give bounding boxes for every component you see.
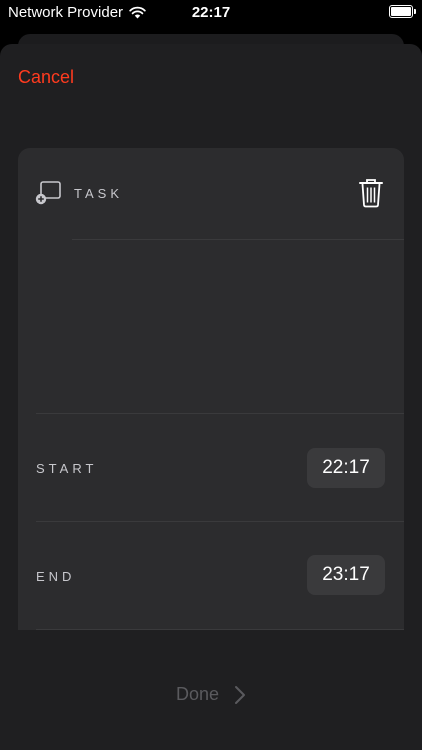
task-card: TASK START 22:17 END 23:17: [18, 148, 404, 630]
start-label: START: [36, 461, 98, 476]
cancel-button[interactable]: Cancel: [18, 67, 74, 88]
chevron-right-icon: [235, 686, 246, 705]
task-divider: [72, 239, 404, 240]
end-label: END: [36, 569, 76, 584]
end-time-picker[interactable]: 23:17: [307, 555, 385, 595]
end-divider: [36, 629, 404, 630]
notes-divider: [36, 413, 404, 414]
task-label: TASK: [74, 186, 123, 201]
battery-icon: [389, 5, 416, 18]
task-notes-area[interactable]: [36, 248, 404, 412]
task-title-input[interactable]: [74, 210, 404, 240]
start-divider: [36, 521, 404, 522]
status-time: 22:17: [191, 4, 231, 21]
trash-icon[interactable]: [358, 178, 384, 208]
done-button[interactable]: Done: [0, 684, 422, 705]
add-task-icon: [35, 181, 61, 205]
done-label: Done: [175, 684, 219, 704]
start-time-picker[interactable]: 22:17: [307, 448, 385, 488]
status-bar: Network Provider 22:17: [0, 0, 422, 26]
